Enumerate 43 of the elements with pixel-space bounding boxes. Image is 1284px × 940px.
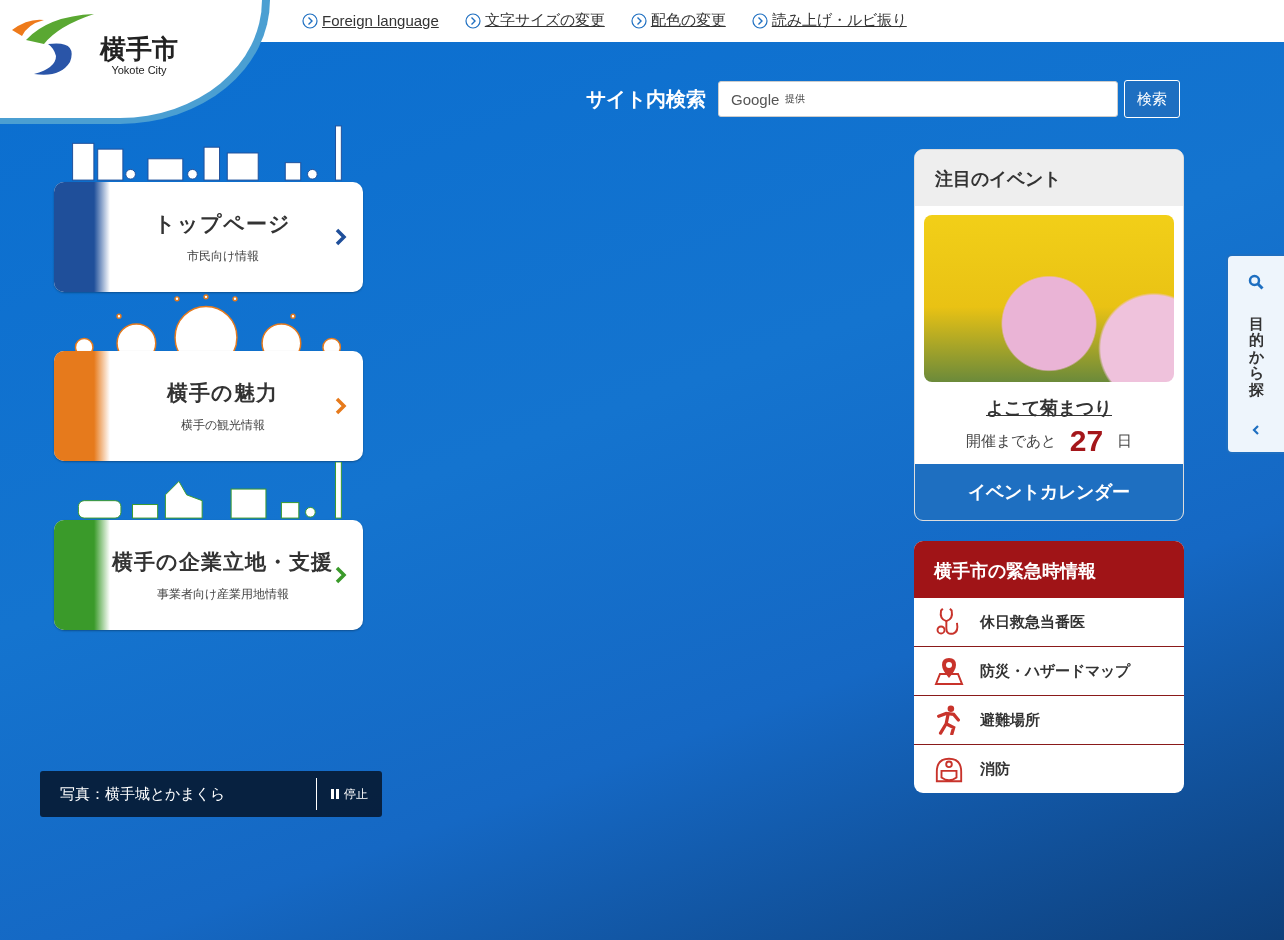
portal-subtitle: 事業者向け産業用地情報 [156, 585, 289, 603]
portal-card[interactable]: 横手の企業立地・支援 事業者向け産業用地情報 [54, 520, 363, 630]
portal-title: トップページ [154, 210, 291, 238]
chevron-circle-icon [751, 12, 768, 29]
countdown-label: 開催まであと [965, 431, 1056, 451]
chevron-left-icon [1252, 424, 1260, 436]
map-pin-icon [934, 656, 964, 686]
pause-button[interactable]: 停止 [316, 778, 382, 810]
countdown-unit: 日 [1117, 431, 1133, 451]
search-icon [1248, 274, 1264, 290]
search-button[interactable]: 検索 [1124, 80, 1180, 118]
portal-subtitle: 横手の観光情報 [180, 416, 265, 434]
header-link[interactable]: Foreign language [302, 11, 439, 30]
chevron-circle-icon [464, 12, 481, 29]
portal-title: 横手の魅力 [167, 379, 278, 407]
emergency-link[interactable]: 避難場所 [914, 695, 1184, 744]
emergency-link[interactable]: 休日救急当番医 [914, 598, 1184, 646]
header-link[interactable]: 文字サイズの変更 [464, 11, 605, 30]
pause-icon [331, 789, 339, 799]
chevron-circle-icon [630, 12, 647, 29]
emergency-link[interactable]: 消防 [914, 744, 1184, 793]
portal-subtitle: 市民向け情報 [186, 247, 259, 265]
header-link[interactable]: 読み上げ・ルビ振り [751, 11, 907, 30]
emergency-link[interactable]: 防災・ハザードマップ [914, 646, 1184, 695]
portal-title: 横手の企業立地・支援 [112, 548, 333, 576]
event-title-link[interactable]: よこて菊まつり [986, 396, 1112, 420]
photo-caption: 写真：横手城とかまくら [60, 784, 225, 804]
side-tab[interactable]: 目的から探 [1226, 254, 1284, 454]
chevron-right-icon [335, 228, 347, 246]
header-link[interactable]: 配色の変更 [630, 11, 726, 30]
countdown-days: 27 [1069, 424, 1104, 458]
chevron-right-icon [335, 566, 347, 584]
chevron-circle-icon [302, 12, 318, 29]
event-heading: 注目のイベント [915, 150, 1183, 206]
search-label: サイト内検索 [586, 86, 706, 112]
event-calendar-button[interactable]: イベントカレンダー [915, 464, 1183, 520]
portal-card[interactable]: トップページ 市民向け情報 [54, 182, 363, 292]
emergency-heading: 横手市の緊急時情報 [914, 541, 1184, 598]
search-field[interactable]: Google 提供 [718, 81, 1118, 117]
logo-subtext: Yokote City [111, 64, 167, 76]
chevron-right-icon [335, 397, 347, 415]
side-tab-label: 目的から探 [1248, 315, 1264, 399]
logo-text[interactable]: 横手市 [100, 36, 178, 62]
